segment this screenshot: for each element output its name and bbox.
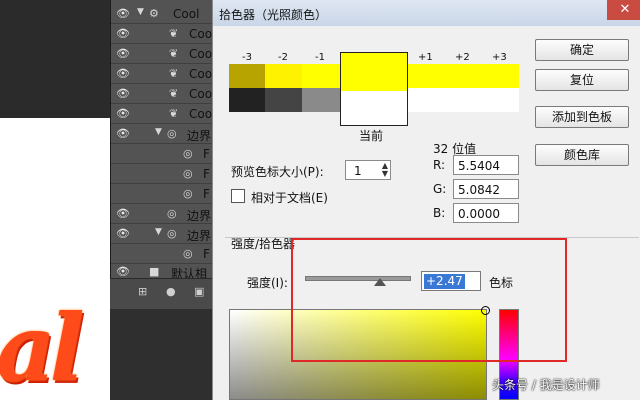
layer-row[interactable]: 👁 ▼ ◎ 边界 — [111, 124, 213, 144]
b-label: B: — [433, 206, 446, 220]
preview-size-stepper[interactable]: 1 ▲ ▼ — [345, 160, 391, 180]
stop-label-minus3: -3 — [242, 52, 252, 63]
eye-icon[interactable]: 👁 — [116, 227, 130, 240]
layer-style-icon: ❦ — [169, 67, 179, 80]
r-label: R: — [433, 158, 446, 172]
stepper-arrows-icon[interactable]: ▲ ▼ — [382, 162, 388, 178]
r-value-field[interactable]: 5.5404 — [453, 155, 519, 175]
new-color-preview — [341, 53, 407, 91]
layer-row[interactable]: 👁 ❦ Cool — [111, 44, 215, 64]
b-value-field[interactable]: 0.0000 — [453, 203, 519, 223]
preview-size-label: 预览色标大小(P): — [231, 165, 324, 179]
layer-row[interactable]: 👁 ❦ Cool — [111, 84, 215, 104]
stop-label-plus2: +2 — [455, 52, 470, 63]
g-value-field[interactable]: 5.0842 — [453, 179, 519, 199]
layer-label: Cool — [173, 7, 200, 21]
layer-label: 边界 — [187, 129, 212, 143]
dialog-title: 拾色器（光照颜色） — [219, 8, 328, 22]
dialog-titlebar[interactable]: 拾色器（光照颜色） ✕ — [213, 0, 640, 26]
chevron-down-icon[interactable]: ▼ — [137, 7, 144, 17]
layer-row[interactable]: 👁 ❦ Cool — [111, 64, 215, 84]
gear-icon: ⚙ — [149, 7, 159, 20]
swatch-minus1[interactable] — [302, 64, 340, 88]
eye-icon[interactable]: 👁 — [116, 207, 130, 220]
intensity-label: 强度(I): — [247, 276, 288, 290]
target-icon: ◎ — [167, 207, 177, 220]
layer-style-icon: ❦ — [169, 107, 179, 120]
layer-row[interactable]: 👁 ◎ 边界 — [111, 204, 213, 224]
swatch-plus3[interactable] — [482, 64, 519, 88]
target-icon: ◎ — [167, 127, 177, 140]
target-icon: ◎ — [183, 167, 193, 180]
layer-label: F — [203, 147, 210, 161]
layer-row[interactable]: 👁 ▼ ⚙ Cool — [111, 4, 213, 24]
layer-label: 边界 — [187, 229, 212, 243]
target-icon: ◎ — [167, 227, 177, 240]
layer-label: F — [203, 187, 210, 201]
layer-row[interactable]: 👁 ▼ ◎ 边界 — [111, 224, 213, 244]
reset-button[interactable]: 复位 — [535, 69, 629, 91]
eye-icon[interactable]: 👁 — [116, 265, 130, 278]
new-layer-icon[interactable]: ▣ — [194, 285, 204, 298]
layer-row[interactable]: 👁 ❦ Cool — [111, 24, 215, 44]
g-label: G: — [433, 182, 447, 196]
layers-panel-footer: ⊞ ● ▣ — [110, 278, 212, 309]
relative-to-document-checkbox[interactable] — [231, 189, 245, 203]
eye-icon[interactable]: 👁 — [116, 27, 130, 40]
eye-icon[interactable]: 👁 — [116, 127, 130, 140]
eye-icon[interactable]: 👁 — [116, 87, 130, 100]
stop-label-plus1: +1 — [418, 52, 433, 63]
stop-label-minus1: -1 — [315, 52, 325, 63]
layers-panel: 👁 ▼ ⚙ Cool 👁 ❦ Cool 👁 ❦ Cool 👁 ❦ Cool 👁 … — [110, 0, 215, 308]
mask-icon[interactable]: ● — [166, 285, 176, 298]
swatch-minus3[interactable] — [229, 64, 265, 88]
chevron-down-icon[interactable]: ▼ — [155, 227, 162, 237]
canvas-artwork-text: al — [0, 294, 85, 400]
layer-style-icon: ❦ — [169, 47, 179, 60]
layer-label: F — [203, 167, 210, 181]
document-canvas[interactable]: al — [0, 118, 110, 400]
section-title: 强度/拾色器 — [231, 237, 296, 251]
stop-label-plus3: +3 — [492, 52, 507, 63]
layer-label: 边界 — [187, 209, 212, 223]
eye-icon[interactable]: 👁 — [116, 107, 130, 120]
layer-row[interactable]: ◎ F — [111, 184, 213, 204]
current-color-preview — [340, 52, 408, 126]
current-label: 当前 — [359, 129, 384, 143]
watermark: 头条号 / 我是设计师 — [492, 378, 600, 392]
close-icon[interactable]: ✕ — [607, 0, 640, 20]
layer-row[interactable]: ◎ F — [111, 164, 213, 184]
camera-icon: ■ — [149, 265, 160, 278]
swatch-plus1[interactable] — [407, 64, 445, 88]
add-to-swatches-button[interactable]: 添加到色板 — [535, 106, 629, 128]
swatch-plus2[interactable] — [445, 64, 482, 88]
chevron-down-icon[interactable]: ▼ — [155, 127, 162, 137]
color-library-button[interactable]: 颜色库 — [535, 144, 629, 166]
eye-icon[interactable]: 👁 — [116, 7, 130, 20]
swatch-minus2-alt[interactable] — [265, 88, 302, 112]
target-icon: ◎ — [183, 247, 193, 260]
eye-icon[interactable]: 👁 — [116, 67, 130, 80]
ok-button[interactable]: 确定 — [535, 39, 629, 61]
swatch-minus3-alt[interactable] — [229, 88, 265, 112]
link-icon[interactable]: ⊞ — [138, 285, 147, 298]
preview-size-value: 1 — [354, 164, 362, 178]
target-icon: ◎ — [183, 147, 193, 160]
swatch-minus2[interactable] — [265, 64, 302, 88]
swatch-plus-alt[interactable] — [407, 88, 519, 112]
layer-row[interactable]: ◎ F — [111, 244, 213, 264]
eye-icon[interactable]: 👁 — [116, 47, 130, 60]
highlight-annotation — [291, 238, 567, 362]
swatch-minus1-alt[interactable] — [302, 88, 340, 112]
layer-row[interactable]: 👁 ❦ Cool — [111, 104, 215, 124]
stop-label-minus2: -2 — [278, 52, 288, 63]
layer-row[interactable]: ◎ F — [111, 144, 213, 164]
layer-style-icon: ❦ — [169, 87, 179, 100]
target-icon: ◎ — [183, 187, 193, 200]
layer-style-icon: ❦ — [169, 27, 179, 40]
layer-label: F — [203, 247, 210, 261]
relative-to-document-label: 相对于文档(E) — [251, 191, 328, 205]
